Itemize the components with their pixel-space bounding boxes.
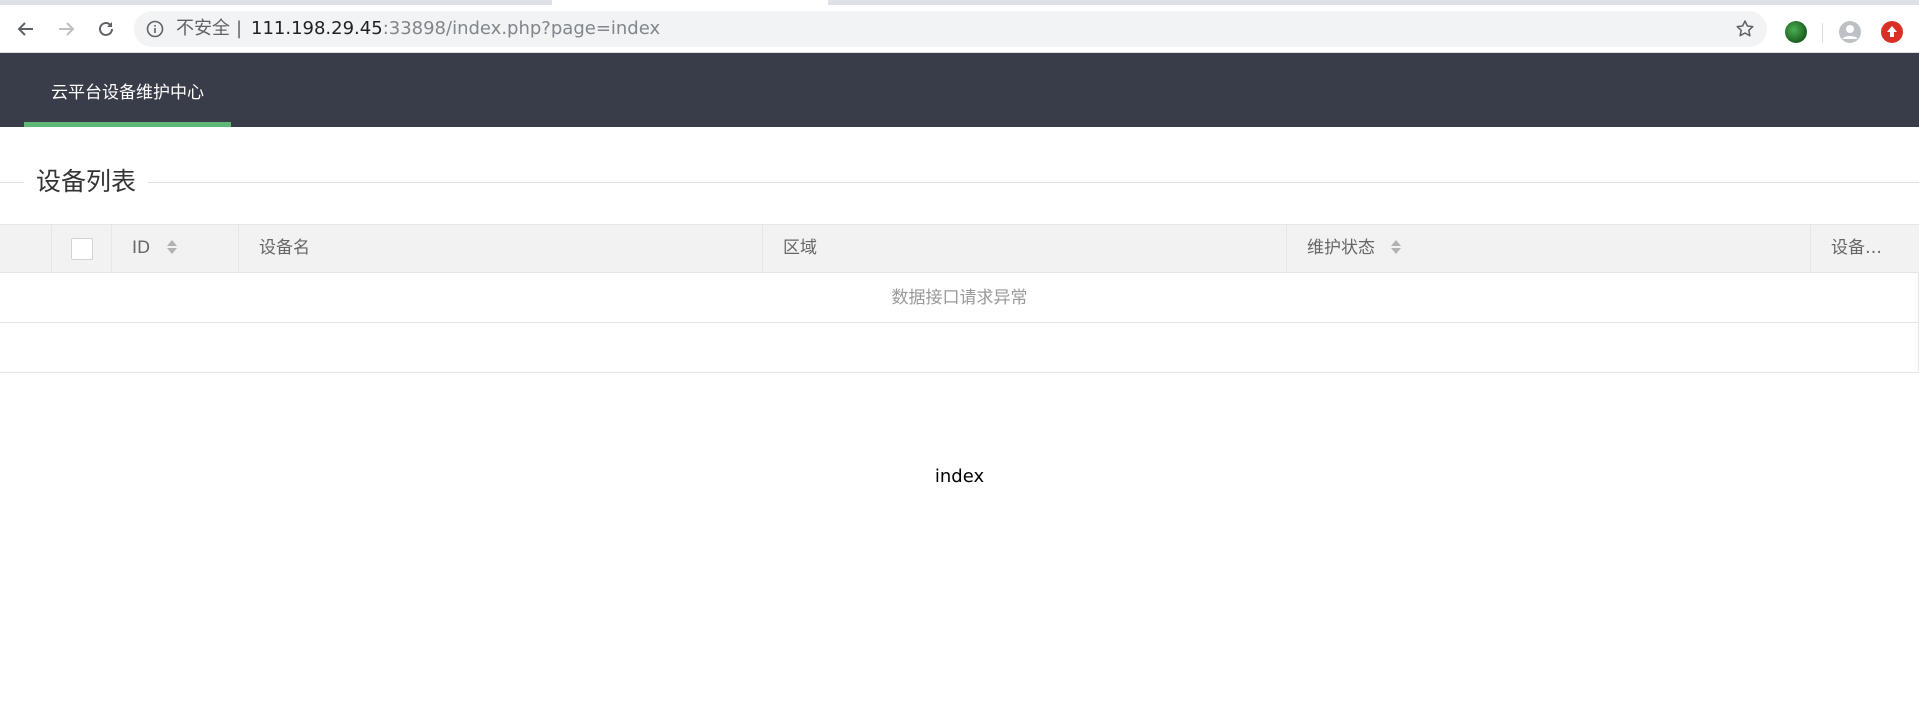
column-header-id[interactable]: ID — [111, 225, 238, 272]
reload-icon — [99, 21, 113, 36]
toolbar-divider — [1822, 23, 1823, 43]
select-all-checkbox[interactable] — [71, 238, 93, 260]
sort-icon[interactable] — [1390, 238, 1402, 256]
info-icon[interactable] — [146, 20, 164, 38]
column-header-device-truncated[interactable]: 设备… — [1810, 225, 1919, 272]
url-host: 111.198.29.45 — [251, 18, 383, 39]
column-label: 区域 — [783, 238, 817, 258]
address-bar[interactable]: 不安全 | 111.198.29.45:33898/index.php?page… — [134, 11, 1767, 47]
column-header-device-name[interactable]: 设备名 — [238, 225, 762, 272]
forward-button[interactable] — [50, 13, 82, 45]
column-header-maintenance-status[interactable]: 维护状态 — [1286, 225, 1810, 272]
inactive-tab[interactable] — [828, 0, 1919, 5]
extension-icon[interactable] — [1785, 21, 1807, 43]
browser-toolbar: 不安全 | 111.198.29.45:33898/index.php?page… — [0, 6, 1919, 53]
bookmark-star-icon[interactable] — [1735, 19, 1755, 39]
section-divider — [0, 182, 1919, 183]
arrow-left-icon — [17, 22, 33, 36]
column-label: 维护状态 — [1307, 238, 1375, 258]
sort-icon[interactable] — [166, 238, 178, 256]
security-label[interactable]: 不安全 — [176, 11, 230, 47]
arrow-right-icon — [59, 22, 75, 36]
column-label: ID — [132, 238, 151, 258]
security-separator: | — [236, 18, 243, 39]
arrow-up-icon — [1887, 26, 1897, 37]
table-header-checkbox-cell — [51, 225, 111, 272]
person-icon — [1842, 25, 1858, 39]
column-label: 设备名 — [259, 238, 310, 258]
url-path: :33898/index.php?page=index — [382, 18, 661, 39]
table-header-spacer — [0, 225, 51, 272]
section-title: 设备列表 — [24, 164, 149, 200]
page-footer-text: index — [934, 466, 985, 487]
table-header: ID 设备名 区域 维护状态 设备… — [0, 224, 1919, 273]
back-button[interactable] — [10, 13, 42, 45]
table-row — [0, 323, 1919, 373]
update-icon[interactable] — [1881, 21, 1903, 43]
nav-item-cloud-platform[interactable]: 云平台设备维护中心 — [24, 53, 231, 127]
active-nav-indicator — [24, 122, 231, 127]
device-table: ID 设备名 区域 维护状态 设备… 数据接口请求异常 — [0, 224, 1919, 373]
app-header: 云平台设备维护中心 — [0, 53, 1919, 127]
section-header: 设备列表 — [0, 164, 1919, 200]
column-label: 设备… — [1831, 238, 1882, 258]
column-header-region[interactable]: 区域 — [762, 225, 1286, 272]
inactive-tab[interactable] — [0, 0, 552, 5]
reload-button[interactable] — [90, 13, 122, 45]
table-empty-message: 数据接口请求异常 — [0, 273, 1919, 323]
profile-avatar-icon[interactable] — [1839, 21, 1861, 43]
nav-item-label: 云平台设备维护中心 — [51, 82, 204, 103]
url-text[interactable]: 111.198.29.45:33898/index.php?page=index — [251, 11, 660, 47]
